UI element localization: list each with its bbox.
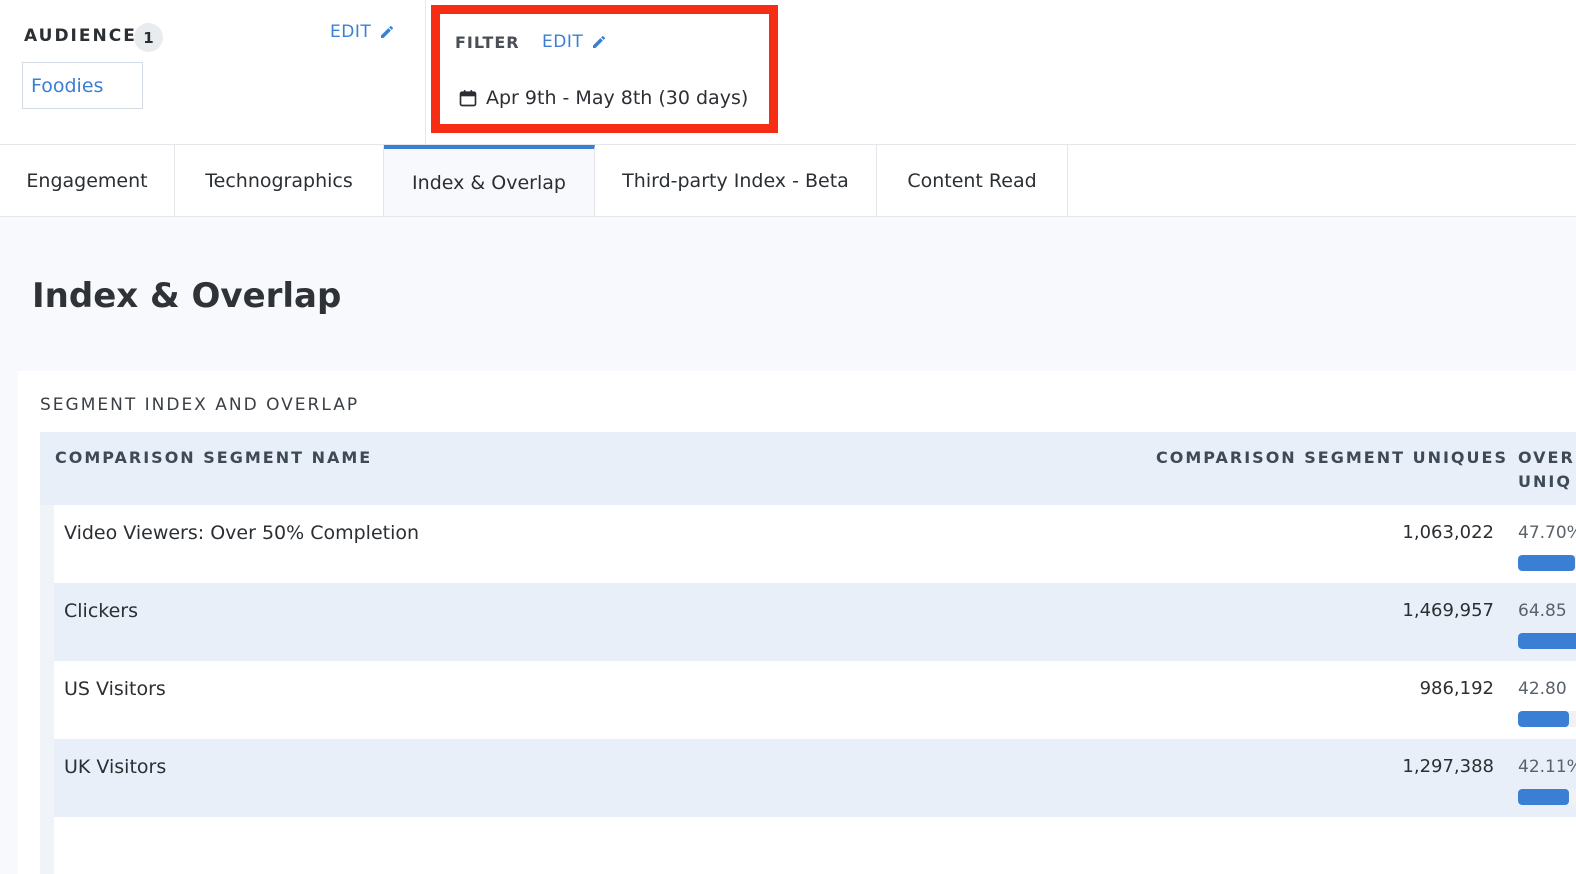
segment-uniques: 1,469,957 [1402, 600, 1494, 621]
overlap-percent: 47.70% [1518, 523, 1576, 543]
filter-label: FILTER [455, 33, 520, 52]
overlap-bar [1518, 555, 1576, 571]
table-row[interactable]: Clickers 1,469,957 64.85 [54, 583, 1576, 661]
overlap-bar-fill [1518, 555, 1576, 571]
filter-edit-button[interactable]: EDIT [542, 32, 607, 52]
overlap-percent: 42.11% [1518, 757, 1576, 777]
column-header-segment-uniques[interactable]: COMPARISON SEGMENT UNIQUES [1156, 446, 1508, 470]
filter-edit-label: EDIT [542, 32, 584, 52]
segment-uniques: 1,297,388 [1402, 756, 1494, 777]
tab-content-read[interactable]: Content Read [877, 145, 1068, 216]
report-header: AUDIENCE 1 EDIT Foodies FILTER EDIT Apr … [0, 0, 1576, 145]
segment-index-card: SEGMENT INDEX AND OVERLAP COMPARISON SEG… [18, 371, 1576, 874]
overlap-bar [1518, 789, 1576, 805]
overlap-bar [1518, 711, 1576, 727]
audience-count-badge: 1 [134, 23, 163, 52]
audience-edit-button[interactable]: EDIT [330, 22, 395, 42]
column-header-segment-name[interactable]: COMPARISON SEGMENT NAME [55, 446, 372, 470]
overlap-percent: 64.85 [1518, 601, 1567, 621]
overlap-bar-fill [1518, 633, 1576, 649]
page-title: Index & Overlap [32, 276, 342, 316]
filter-section: FILTER EDIT Apr 9th - May 8th (30 days) [431, 5, 778, 133]
tab-third-party-index[interactable]: Third-party Index - Beta [595, 145, 877, 216]
overlap-bar-fill [1518, 711, 1570, 727]
segment-name: Clickers [64, 600, 138, 622]
report-tabs: Engagement Technographics Index & Overla… [0, 145, 1576, 217]
tab-index-overlap[interactable]: Index & Overlap [384, 145, 595, 216]
date-range-text: Apr 9th - May 8th (30 days) [486, 87, 749, 109]
segment-uniques: 986,192 [1419, 678, 1494, 699]
audience-edit-label: EDIT [330, 22, 372, 42]
card-title: SEGMENT INDEX AND OVERLAP [40, 395, 360, 415]
calendar-icon [459, 90, 477, 107]
segment-name: Video Viewers: Over 50% Completion [64, 522, 420, 544]
pencil-icon [593, 35, 606, 48]
segment-table: COMPARISON SEGMENT NAME COMPARISON SEGME… [40, 432, 1576, 874]
overlap-bar [1518, 633, 1576, 649]
overlap-percent: 42.80 [1518, 679, 1567, 699]
tab-engagement[interactable]: Engagement [0, 145, 175, 216]
tab-technographics[interactable]: Technographics [175, 145, 384, 216]
segment-name: US Visitors [64, 678, 166, 700]
table-header: COMPARISON SEGMENT NAME COMPARISON SEGME… [40, 432, 1576, 505]
audience-label: AUDIENCE [24, 26, 137, 46]
table-row[interactable]: UK Visitors 1,297,388 42.11% [54, 739, 1576, 817]
audience-section: AUDIENCE 1 EDIT Foodies [0, 0, 426, 145]
date-range-filter[interactable]: Apr 9th - May 8th (30 days) [458, 87, 748, 109]
table-row[interactable]: US Visitors 986,192 42.80 [54, 661, 1576, 739]
overlap-bar-fill [1518, 789, 1569, 805]
audience-chip-foodies[interactable]: Foodies [22, 62, 143, 109]
table-row[interactable]: Video Viewers: Over 50% Completion 1,063… [54, 505, 1576, 583]
segment-name: UK Visitors [64, 756, 167, 778]
pencil-icon [381, 25, 394, 38]
segment-uniques: 1,063,022 [1402, 522, 1494, 543]
column-header-overlap-uniques[interactable]: OVER UNIQ [1518, 446, 1575, 494]
